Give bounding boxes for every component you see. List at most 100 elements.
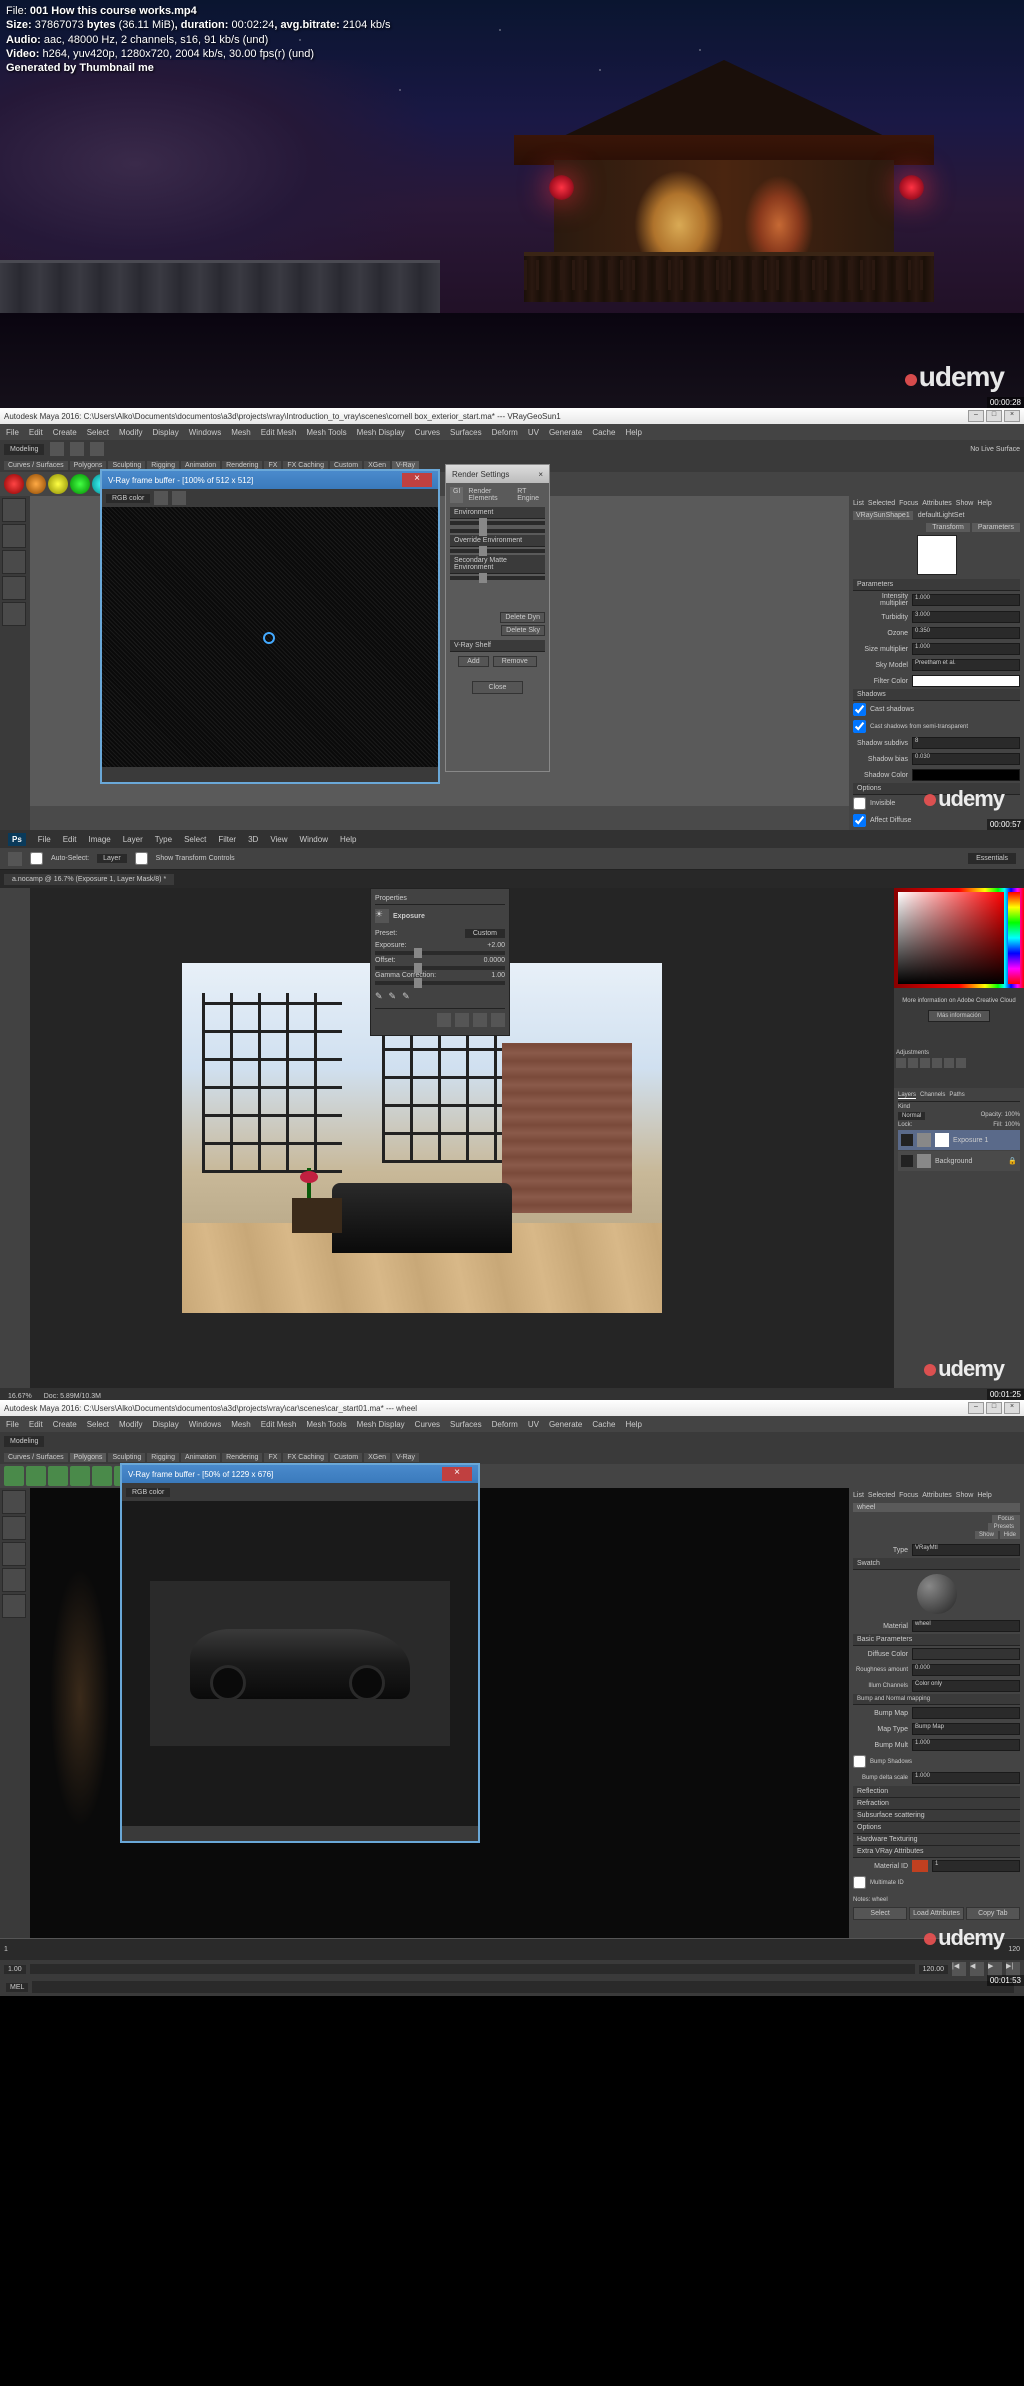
menu-file[interactable]: File <box>6 428 19 437</box>
shelf-poly-icon[interactable] <box>92 1466 112 1486</box>
menu-windows[interactable]: Windows <box>189 1420 221 1429</box>
node-tab[interactable]: wheel <box>853 1503 1020 1512</box>
visibility-icon[interactable] <box>901 1155 913 1167</box>
scale-tool[interactable] <box>2 1594 26 1618</box>
attr-tab[interactable]: Attributes <box>922 500 952 507</box>
menu-select[interactable]: Select <box>87 428 109 437</box>
layer-background[interactable]: Background 🔒 <box>898 1151 1020 1171</box>
menu-modify[interactable]: Modify <box>119 428 143 437</box>
command-line[interactable] <box>32 1981 1014 1993</box>
delta-field[interactable]: 1.000 <box>912 1772 1020 1784</box>
menu-editmesh[interactable]: Edit Mesh <box>261 1420 297 1429</box>
bias-field[interactable]: 0.030 <box>912 753 1020 765</box>
eye-icon[interactable] <box>455 1013 469 1027</box>
vray-titlebar[interactable]: V-Ray frame buffer - [100% of 512 x 512]… <box>102 471 438 489</box>
menu-type[interactable]: Type <box>155 835 172 844</box>
mel-label[interactable]: MEL <box>6 1983 28 1992</box>
paths-tab[interactable]: Paths <box>949 1092 964 1099</box>
shelf-tab-fxcache[interactable]: FX Caching <box>283 1453 328 1462</box>
show-btn[interactable]: Show <box>975 1531 998 1539</box>
render-output[interactable] <box>102 507 438 767</box>
vray-frame-buffer[interactable]: V-Ray frame buffer - [100% of 512 x 512]… <box>100 469 440 784</box>
shelf-icon[interactable] <box>48 474 68 494</box>
menu-generate[interactable]: Generate <box>549 428 582 437</box>
section-environment[interactable]: Environment <box>450 507 545 519</box>
select-tool[interactable] <box>2 1490 26 1514</box>
shadow-color[interactable] <box>912 769 1020 781</box>
subdivs-field[interactable]: 8 <box>912 737 1020 749</box>
shelf-tab-curves[interactable]: Curves / Surfaces <box>4 1453 68 1462</box>
menu-meshdisplay[interactable]: Mesh Display <box>357 428 405 437</box>
channel-selector[interactable]: RGB color <box>106 494 150 503</box>
trash-icon[interactable] <box>491 1013 505 1027</box>
vray-tool-icon[interactable] <box>154 491 168 505</box>
attr-tab[interactable]: List <box>853 1492 864 1499</box>
material-field[interactable]: wheel <box>912 1620 1020 1632</box>
rs-tab[interactable]: Render Elements <box>465 487 512 503</box>
offset-slider[interactable] <box>375 966 505 970</box>
menu-edit[interactable]: Edit <box>63 835 77 844</box>
eyedropper-black-icon[interactable]: ✎ <box>375 991 383 1002</box>
zoom-level[interactable]: 16.67% <box>8 1393 32 1400</box>
maptype-dropdown[interactable]: Bump Map <box>912 1723 1020 1735</box>
shelf-tab-curves[interactable]: Curves / Surfaces <box>4 461 68 470</box>
maya-menubar[interactable]: File Edit Create Select Modify Display W… <box>0 424 1024 440</box>
timeline[interactable]: 1 120 <box>0 1938 1024 1960</box>
right-panels[interactable]: More information on Adobe Creative Cloud… <box>894 888 1024 1388</box>
diffuse-check[interactable] <box>853 814 866 827</box>
zoom-tool[interactable] <box>2 1289 26 1309</box>
attr-tab[interactable]: Show <box>956 1492 974 1499</box>
crop-tool[interactable] <box>2 974 26 994</box>
section-options[interactable]: Options <box>853 1822 1020 1834</box>
brush-tool[interactable] <box>2 1037 26 1057</box>
select-button[interactable]: Select <box>853 1907 907 1920</box>
section-shadows[interactable]: Shadows <box>853 689 1020 701</box>
roughness-field[interactable]: 0.000 <box>912 1664 1020 1676</box>
invisible-check[interactable] <box>853 797 866 810</box>
presets-btn[interactable]: Presets <box>988 1523 1020 1531</box>
play-back-icon[interactable]: |◀ <box>952 1962 966 1976</box>
remove-button[interactable]: Remove <box>493 656 537 667</box>
channels-tab[interactable]: Channels <box>920 1092 945 1099</box>
maya-toolbox[interactable] <box>0 1488 30 1938</box>
filter-color[interactable] <box>912 675 1020 687</box>
minimize-button[interactable]: – <box>968 410 984 422</box>
vray-tool-icon[interactable] <box>172 491 186 505</box>
ps-toolbox[interactable] <box>0 888 30 1388</box>
gradient-tool[interactable] <box>2 1121 26 1141</box>
preset-dropdown[interactable]: Custom <box>465 929 505 938</box>
shelf-tab-rigging[interactable]: Rigging <box>147 1453 179 1462</box>
cast-trans-check[interactable] <box>853 720 866 733</box>
adj-icon[interactable] <box>932 1058 942 1068</box>
lasso-tool[interactable] <box>2 932 26 952</box>
workspace-selector[interactable]: Essentials <box>968 853 1016 864</box>
transform-check[interactable] <box>135 852 148 865</box>
history-tool[interactable] <box>2 1079 26 1099</box>
node-tab[interactable]: defaultLightSet <box>915 511 968 520</box>
matid-field[interactable]: 1 <box>932 1860 1020 1872</box>
shape-tool[interactable] <box>2 1247 26 1267</box>
section-matte[interactable]: Secondary Matte Environment <box>450 555 545 574</box>
move-tool[interactable] <box>2 890 26 910</box>
menu-editmesh[interactable]: Edit Mesh <box>261 428 297 437</box>
shelf-poly-icon[interactable] <box>48 1466 68 1486</box>
new-icon[interactable] <box>50 442 64 456</box>
menu-display[interactable]: Display <box>153 1420 179 1429</box>
exposure-properties-panel[interactable]: Properties ☀ Exposure Preset:Custom Expo… <box>370 888 510 1036</box>
menu-deform[interactable]: Deform <box>492 1420 518 1429</box>
select-tool[interactable] <box>2 498 26 522</box>
illum-dropdown[interactable]: Color only <box>912 1680 1020 1692</box>
bumpmult-field[interactable]: 1.000 <box>912 1739 1020 1751</box>
menu-file[interactable]: File <box>6 1420 19 1429</box>
menu-image[interactable]: Image <box>88 835 110 844</box>
turbidity-field[interactable]: 3.000 <box>912 611 1020 623</box>
opacity-field[interactable]: 100% <box>1005 1112 1020 1120</box>
canvas-area[interactable]: Properties ☀ Exposure Preset:Custom Expo… <box>30 888 894 1388</box>
cast-shadows-check[interactable] <box>853 703 866 716</box>
rotate-tool[interactable] <box>2 1568 26 1592</box>
open-icon[interactable] <box>70 442 84 456</box>
maximize-button[interactable]: □ <box>986 1402 1002 1414</box>
reset-icon[interactable] <box>473 1013 487 1027</box>
vray-toolbar[interactable]: RGB color <box>102 489 438 507</box>
menu-layer[interactable]: Layer <box>123 835 143 844</box>
